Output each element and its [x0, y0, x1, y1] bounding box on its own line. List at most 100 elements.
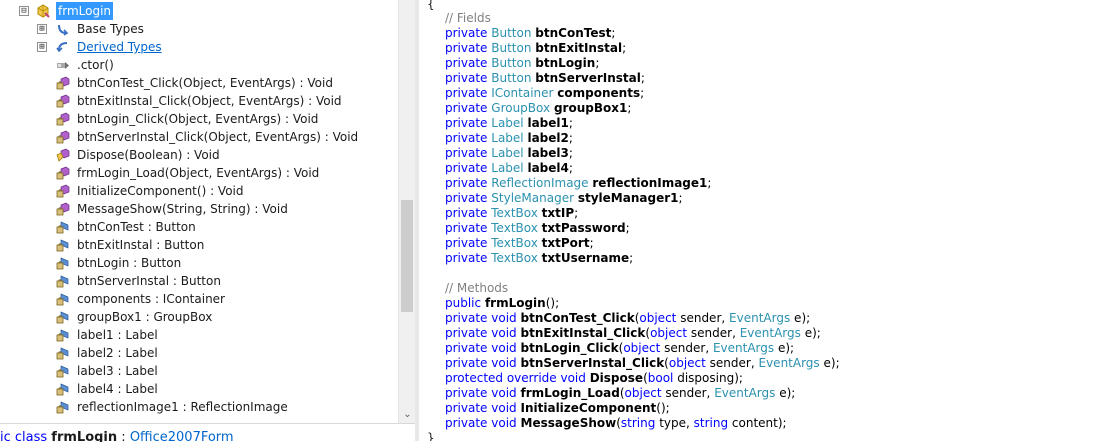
tree-item[interactable]: btnExitInstal : Button — [0, 236, 398, 254]
method-declaration: private void frmLogin_Load(object sender… — [445, 386, 795, 401]
tree-item-label: btnLogin : Button — [77, 256, 182, 270]
field-name[interactable]: btnLogin — [535, 56, 595, 70]
field-name[interactable]: txtIP — [542, 206, 574, 220]
field-name[interactable]: reflectionImage1 — [592, 176, 707, 190]
param-type: object — [668, 356, 706, 370]
status-base-type-link[interactable]: Office2007Form — [130, 430, 234, 442]
tree-root-label[interactable]: frmLogin — [56, 2, 114, 20]
private-field-icon — [56, 239, 69, 252]
tree-root-row[interactable]: ⊟ frmLogin — [0, 2, 398, 20]
field-name[interactable]: label4 — [527, 161, 568, 175]
semicolon: ; — [568, 146, 573, 160]
methods-comment: // Methods — [445, 281, 509, 295]
field-type: IContainer — [491, 86, 554, 100]
method-modifier: private — [445, 356, 488, 370]
tree-item-label[interactable]: Derived Types — [77, 38, 162, 56]
vertical-scrollbar[interactable]: ⌄ — [398, 0, 415, 423]
method-declaration: private void btnConTest_Click(object sen… — [445, 311, 810, 326]
private-field-icon — [56, 293, 69, 306]
field-name[interactable]: txtUsername — [542, 251, 629, 265]
field-name[interactable]: label2 — [527, 131, 568, 145]
tree-item[interactable]: .ctor() — [0, 56, 398, 74]
method-modifier: private — [445, 401, 488, 415]
field-name[interactable]: btnServerInstal — [535, 71, 641, 85]
method-name[interactable]: frmLogin — [485, 296, 546, 310]
field-type: ReflectionImage — [491, 176, 589, 190]
tree-item[interactable]: components : IContainer — [0, 290, 398, 308]
scrollbar-thumb[interactable] — [401, 200, 413, 312]
tree-item[interactable]: btnLogin : Button — [0, 254, 398, 272]
private-field-icon — [56, 275, 69, 288]
field-name[interactable]: txtPassword — [542, 221, 626, 235]
field-name[interactable]: txtPort — [542, 236, 590, 250]
field-name[interactable]: styleManager1 — [578, 191, 679, 205]
private-field-icon — [56, 401, 69, 414]
tree-item-label: Dispose(Boolean) : Void — [77, 148, 220, 162]
method-modifier: private — [445, 326, 488, 340]
field-type: Label — [491, 161, 524, 175]
tree-item[interactable]: ⊞ Base Types — [0, 20, 398, 38]
close-paren: ); — [550, 296, 560, 310]
tree-item[interactable]: btnConTest : Button — [0, 218, 398, 236]
method-name[interactable]: Dispose — [590, 371, 643, 385]
method-return-type: void — [491, 311, 517, 325]
field-declaration: private IContainer components; — [445, 86, 644, 101]
tree-item[interactable]: label1 : Label — [0, 326, 398, 344]
close-paren: ); — [660, 401, 670, 415]
tree-item[interactable]: btnExitInstal_Click(Object, EventArgs) :… — [0, 92, 398, 110]
field-name[interactable]: components — [557, 86, 640, 100]
scroll-down-arrow-icon[interactable]: ⌄ — [399, 406, 415, 423]
field-modifier: private — [445, 146, 488, 160]
tree-item[interactable]: btnConTest_Click(Object, EventArgs) : Vo… — [0, 74, 398, 92]
field-name[interactable]: label1 — [527, 116, 568, 130]
field-name[interactable]: label3 — [527, 146, 568, 160]
private-method-icon — [56, 202, 70, 216]
field-name[interactable]: btnConTest — [535, 26, 611, 40]
field-declaration: private GroupBox groupBox1; — [445, 101, 631, 116]
param-type: object — [624, 386, 662, 400]
method-name[interactable]: btnLogin_Click — [521, 341, 619, 355]
tree-item[interactable]: label3 : Label — [0, 362, 398, 380]
tree-item[interactable]: reflectionImage1 : ReflectionImage — [0, 398, 398, 416]
tree-item[interactable]: Dispose(Boolean) : Void — [0, 146, 398, 164]
tree-item[interactable]: frmLogin_Load(Object, EventArgs) : Void — [0, 164, 398, 182]
private-method-icon — [56, 112, 70, 126]
tree-item[interactable]: btnLogin_Click(Object, EventArgs) : Void — [0, 110, 398, 128]
method-return-type: void — [491, 356, 517, 370]
method-return-type: void — [491, 416, 517, 430]
tree-item[interactable]: label2 : Label — [0, 344, 398, 362]
tree-item[interactable]: btnServerInstal : Button — [0, 272, 398, 290]
field-declaration: private TextBox txtPassword; — [445, 221, 630, 236]
param-name: sender — [680, 311, 722, 325]
expand-icon[interactable]: ⊞ — [37, 42, 47, 52]
method-name[interactable]: btnExitInstal_Click — [521, 326, 646, 340]
tree-item-label: btnConTest_Click(Object, EventArgs) : Vo… — [77, 76, 333, 90]
class-browser-tree[interactable]: ⊟ frmLogin ⊞ Base Types ⊞ Derived Types .cto… — [0, 0, 415, 423]
field-name[interactable]: groupBox1 — [554, 101, 627, 115]
close-paren: ); — [734, 371, 743, 385]
private-field-icon — [56, 365, 69, 378]
tree-item[interactable]: ⊞ Derived Types — [0, 38, 398, 56]
tree-item[interactable]: label4 : Label — [0, 380, 398, 398]
tree-item[interactable]: InitializeComponent() : Void — [0, 182, 398, 200]
semicolon: ; — [574, 206, 579, 220]
method-name[interactable]: btnConTest_Click — [521, 311, 635, 325]
tree-item[interactable]: MessageShow(String, String) : Void — [0, 200, 398, 218]
field-declaration: private StyleManager styleManager1; — [445, 191, 683, 206]
field-name[interactable]: btnExitInstal — [535, 41, 622, 55]
param-type: string — [620, 416, 656, 430]
field-modifier: private — [445, 131, 488, 145]
private-field-icon — [56, 221, 69, 234]
expand-icon[interactable]: ⊞ — [37, 24, 47, 34]
method-name[interactable]: MessageShow — [521, 416, 617, 430]
close-paren: ); — [777, 416, 787, 430]
tree-item[interactable]: groupBox1 : GroupBox — [0, 308, 398, 326]
tree-item[interactable]: btnServerInstal_Click(Object, EventArgs)… — [0, 128, 398, 146]
collapse-icon[interactable]: ⊟ — [19, 6, 29, 16]
method-name[interactable]: btnServerInstal_Click — [521, 356, 665, 370]
tree-item-label: Base Types — [77, 22, 144, 36]
private-method-icon — [56, 76, 70, 90]
field-modifier: private — [445, 191, 488, 205]
method-name[interactable]: InitializeComponent — [521, 401, 657, 415]
method-name[interactable]: frmLogin_Load — [521, 386, 620, 400]
